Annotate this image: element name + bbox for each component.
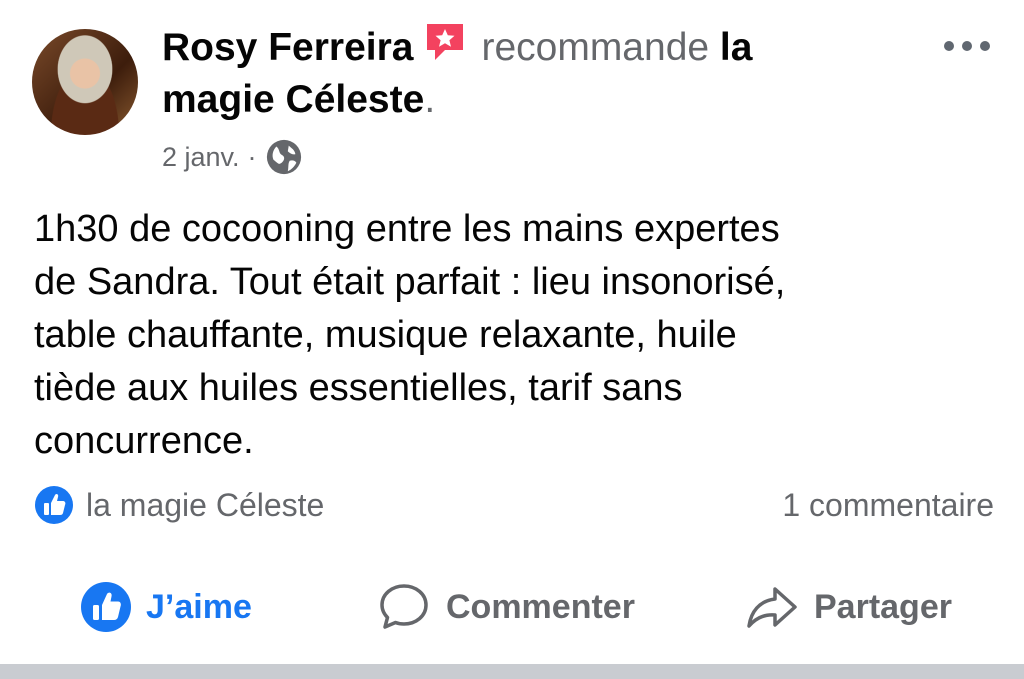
- share-label: Partager: [814, 587, 952, 626]
- author-avatar[interactable]: [32, 29, 138, 135]
- like-thumb-icon: [81, 582, 131, 632]
- recommend-verb: recommande: [481, 26, 710, 69]
- like-button[interactable]: J’aime: [80, 576, 252, 638]
- post-body-line: de Sandra. Tout était parfait : lieu ins…: [34, 261, 786, 303]
- page-name-part1[interactable]: la: [720, 26, 753, 69]
- post-body-line: tiède aux huiles essentielles, tarif san…: [34, 367, 683, 409]
- like-thumb-icon: [35, 486, 73, 524]
- comment-button[interactable]: Commenter: [376, 576, 635, 638]
- post-body-line: concurrence.: [34, 420, 254, 462]
- speech-bubble-icon: [380, 584, 428, 629]
- post-header-line2: magie Céleste.: [162, 74, 435, 126]
- post-body: 1h30 de cocooning entre les mains expert…: [34, 203, 994, 468]
- post-date[interactable]: 2 janv.: [162, 137, 240, 177]
- header-period: .: [424, 78, 436, 121]
- feed-divider: [0, 664, 1024, 679]
- comments-count[interactable]: 1 commentaire: [782, 487, 994, 524]
- reactions-summary[interactable]: la magie Céleste: [34, 485, 324, 525]
- share-arrow-icon: [747, 587, 797, 628]
- like-label: J’aime: [146, 587, 252, 626]
- page-name-part2[interactable]: magie Céleste: [162, 78, 424, 121]
- reactions-row: la magie Céleste 1 commentaire: [34, 483, 994, 527]
- more-dots-icon[interactable]: [944, 36, 998, 56]
- globe-icon: [266, 139, 301, 175]
- author-name[interactable]: Rosy Ferreira: [162, 26, 413, 69]
- comment-label: Commenter: [446, 587, 635, 626]
- post-header-line1: Rosy Ferreira recommande la: [162, 20, 752, 74]
- action-bar: J’aime Commenter Partager: [0, 576, 1024, 638]
- recommend-flag-icon: [427, 24, 464, 60]
- post-meta: 2 janv. ·: [162, 137, 303, 177]
- reactions-label: la magie Céleste: [86, 486, 325, 523]
- post-body-line: table chauffante, musique relaxante, hui…: [34, 314, 737, 356]
- meta-separator: ·: [247, 142, 257, 172]
- share-button[interactable]: Partager: [744, 576, 952, 638]
- post-body-line: 1h30 de cocooning entre les mains expert…: [34, 208, 780, 250]
